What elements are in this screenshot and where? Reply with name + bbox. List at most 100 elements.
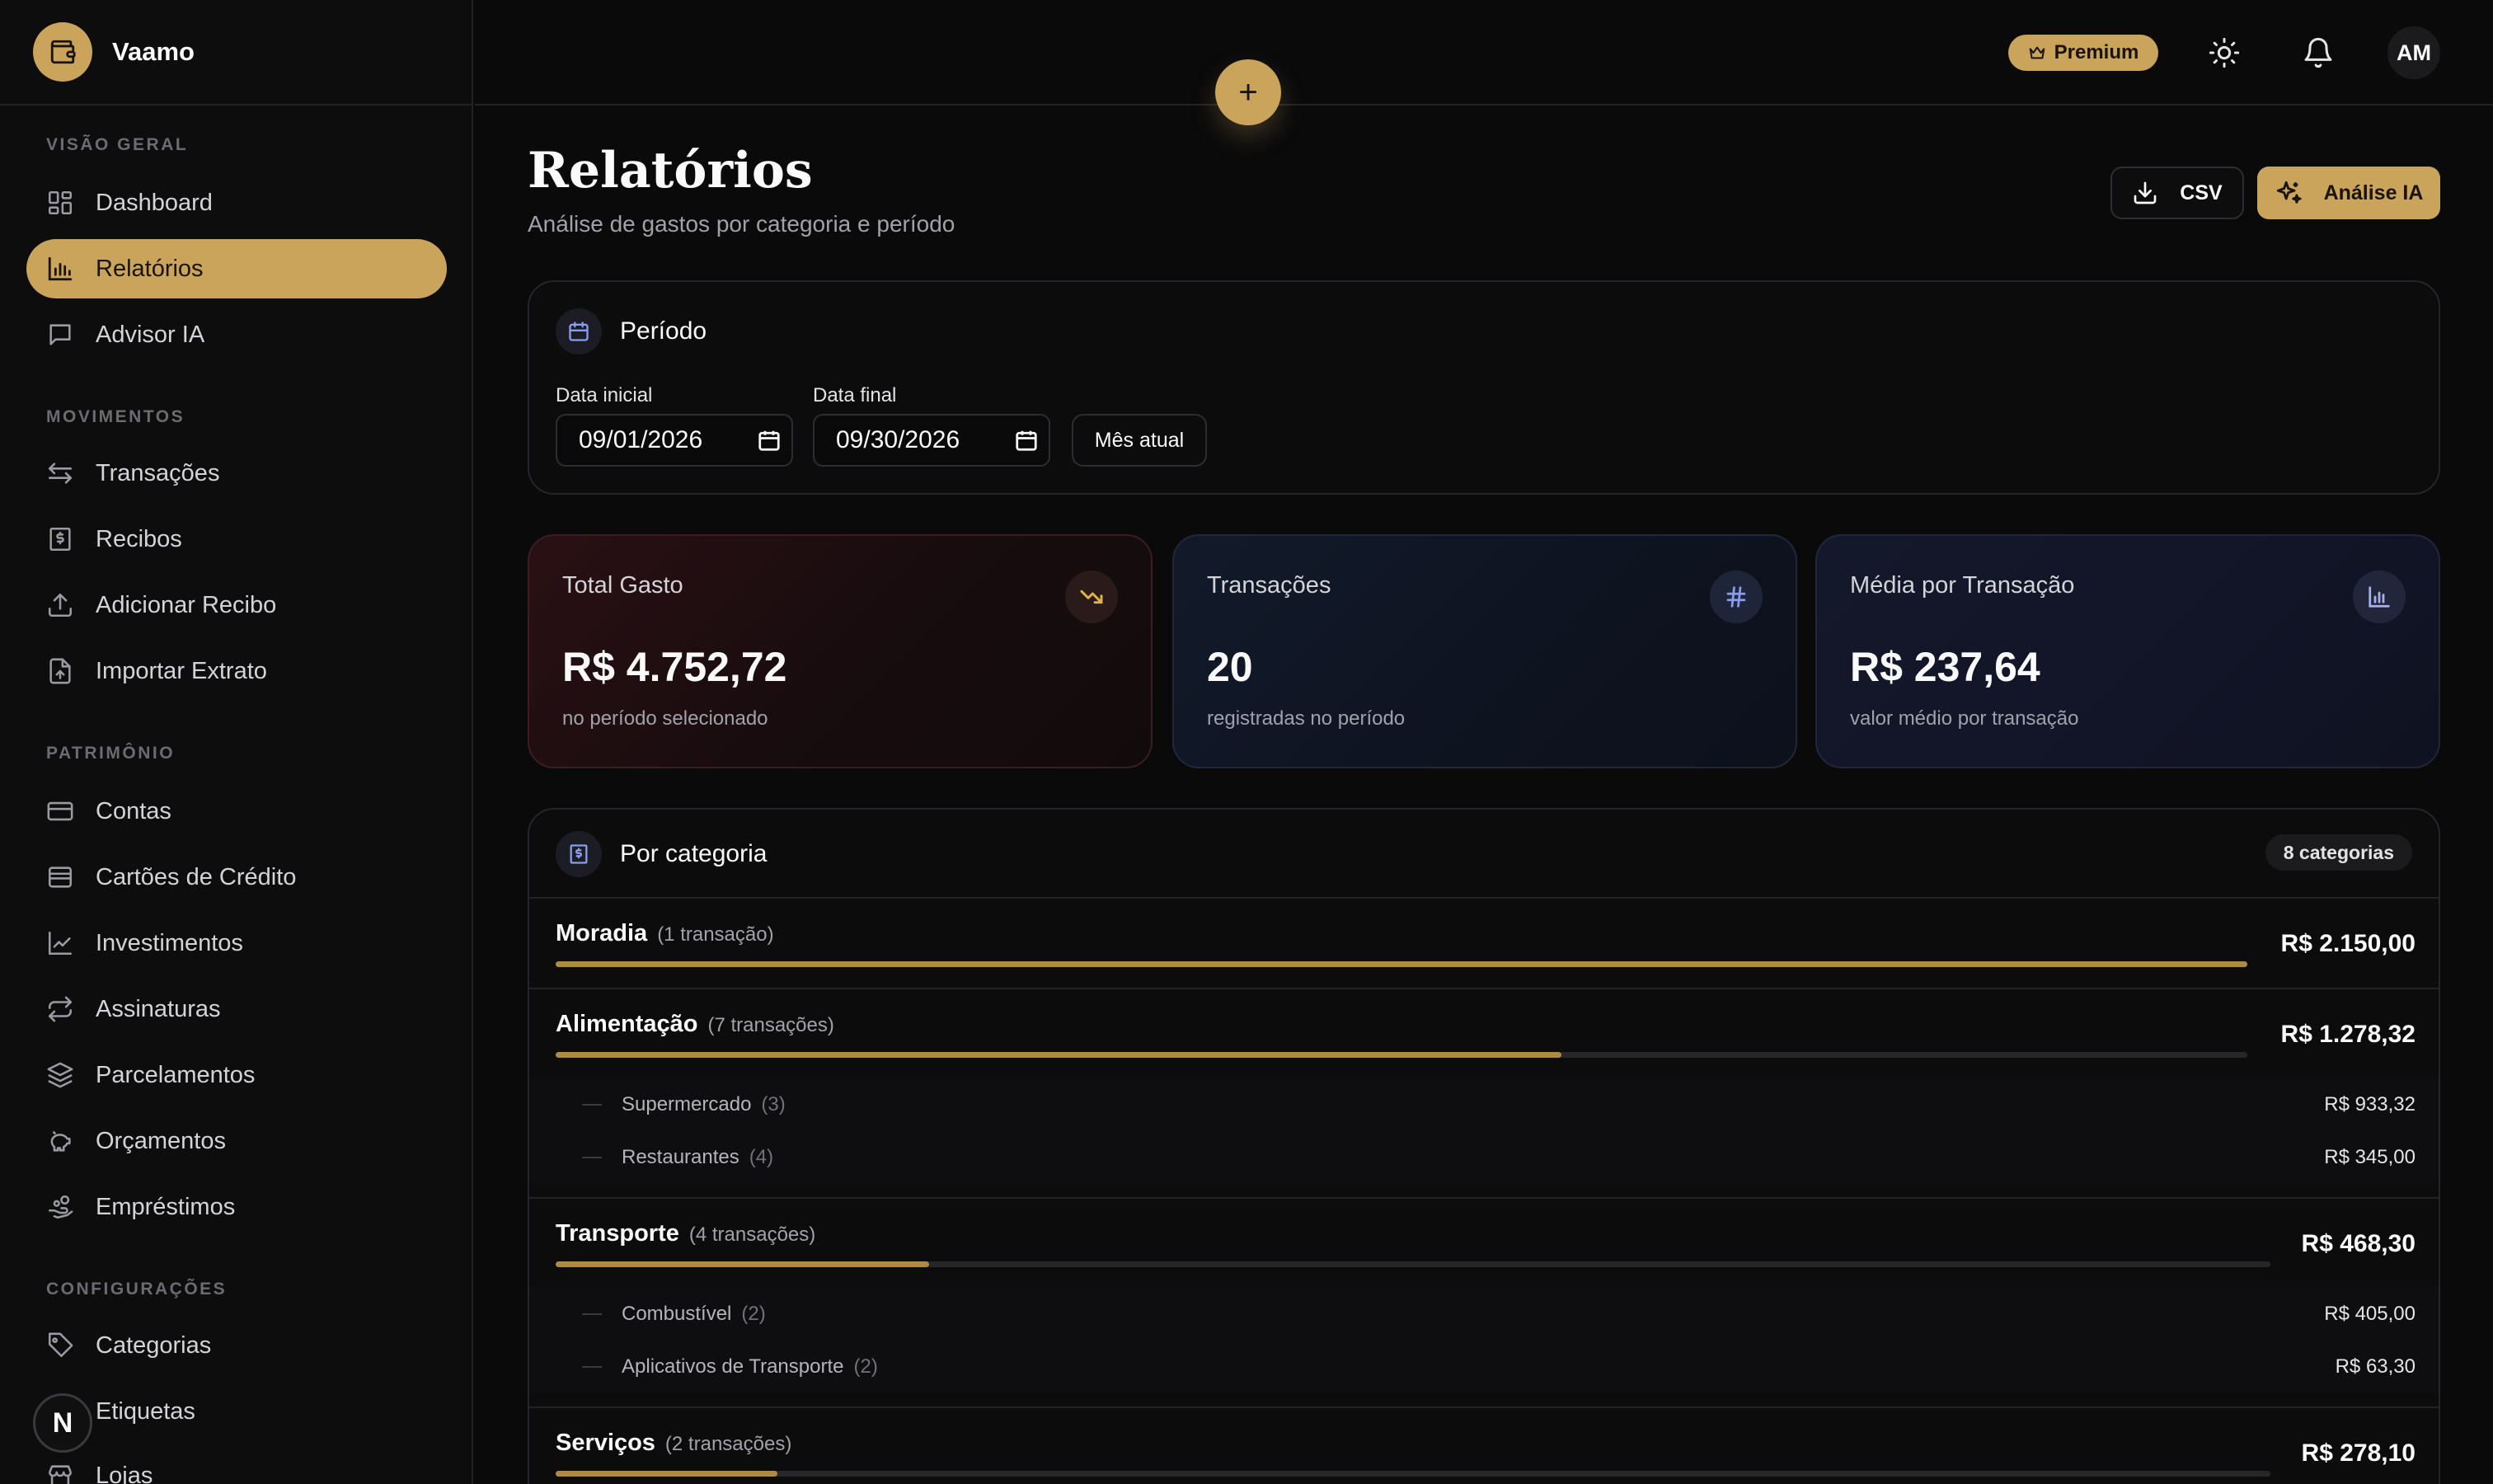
download-icon xyxy=(2132,180,2158,206)
subcategory-amount: R$ 933,32 xyxy=(2324,1093,2416,1115)
store-icon xyxy=(46,1462,74,1484)
end-date-input[interactable]: 09/30/2026 xyxy=(813,414,1050,467)
theme-toggle-sun-icon[interactable] xyxy=(2208,36,2241,69)
period-card: Período Data inicial 09/01/2026 Data fin… xyxy=(528,280,2440,495)
period-title: Período xyxy=(620,317,707,345)
notifications-bell-icon[interactable] xyxy=(2302,36,2335,69)
sidebar-item-label: Dashboard xyxy=(96,189,213,216)
sidebar-item-relatorios[interactable]: Relatórios xyxy=(26,239,447,298)
sidebar-item-advisor-ia[interactable]: Advisor IA xyxy=(26,305,447,364)
category-count-badge: 8 categorias xyxy=(2265,834,2412,871)
nav-section-visao-geral: VISÃO GERAL xyxy=(46,135,189,154)
premium-badge[interactable]: Premium xyxy=(2008,35,2158,71)
start-date-label: Data inicial xyxy=(556,384,653,406)
category-amount: R$ 2.150,00 xyxy=(2280,930,2416,957)
sidebar-item-transacoes[interactable]: Transações xyxy=(26,444,447,503)
sidebar-item-label: Parcelamentos xyxy=(96,1061,256,1088)
line-chart-icon xyxy=(46,929,74,957)
credit-card-icon xyxy=(46,863,74,891)
sidebar-item-recibos[interactable]: Recibos xyxy=(26,510,447,569)
sidebar-item-importar-extrato[interactable]: Importar Extrato xyxy=(26,641,447,701)
category-bar-fill xyxy=(556,961,2247,967)
category-count: (1 transação) xyxy=(657,923,774,946)
stat-desc: valor médio por transação xyxy=(1850,707,2079,730)
export-csv-button[interactable]: CSV xyxy=(2110,167,2244,219)
stat-card-transacoes: Transações 20 registradas no período xyxy=(1172,534,1797,768)
subcategory-row-combustivel: Combustível (2) R$ 405,00 xyxy=(529,1288,2439,1341)
category-row-alimentacao[interactable]: Alimentação (7 transações) R$ 1.278,32 Su… xyxy=(529,988,2439,1197)
sidebar-item-dashboard[interactable]: Dashboard xyxy=(26,173,447,232)
stat-value: R$ 4.752,72 xyxy=(562,644,787,690)
sidebar-item-orcamentos[interactable]: Orçamentos xyxy=(26,1111,447,1171)
subcategory-name: Supermercado (3) xyxy=(582,1078,786,1131)
premium-label: Premium xyxy=(2054,41,2139,63)
sidebar-item-emprestimos[interactable]: Empréstimos xyxy=(26,1177,447,1237)
sidebar-item-categorias[interactable]: Categorias xyxy=(26,1316,447,1375)
sparkles-icon xyxy=(2275,179,2303,207)
end-date-value: 09/30/2026 xyxy=(836,426,960,453)
ai-analysis-button[interactable]: Análise IA xyxy=(2257,167,2440,219)
arrows-swap-icon xyxy=(46,459,74,487)
start-date-value: 09/01/2026 xyxy=(579,426,703,453)
trending-down-icon xyxy=(1065,571,1118,623)
sidebar-item-investimentos[interactable]: Investimentos xyxy=(26,913,447,973)
category-row-moradia[interactable]: Moradia (1 transação) R$ 2.150,00 xyxy=(529,897,2439,988)
csv-label: CSV xyxy=(2180,181,2223,204)
hand-coins-icon xyxy=(46,1193,74,1221)
wallet-logo-icon xyxy=(33,22,92,82)
sidebar-item-lojas[interactable]: Lojas xyxy=(26,1446,447,1484)
sidebar-item-assinaturas[interactable]: Assinaturas xyxy=(26,979,447,1039)
category-amount: R$ 278,10 xyxy=(2301,1439,2416,1467)
calendar-picker-icon[interactable] xyxy=(757,428,782,453)
sidebar-item-label: Adicionar Recibo xyxy=(96,591,277,618)
stat-label: Média por Transação xyxy=(1850,572,2075,599)
sidebar-item-label: Assinaturas xyxy=(96,995,221,1022)
start-date-input[interactable]: 09/01/2026 xyxy=(556,414,793,467)
category-bar-fill xyxy=(556,1471,777,1477)
sidebar-item-label: Investimentos xyxy=(96,929,243,956)
sidebar-item-cartoes-de-credito[interactable]: Cartões de Crédito xyxy=(26,848,447,907)
sidebar-item-label: Transações xyxy=(96,459,220,486)
current-month-button[interactable]: Mês atual xyxy=(1072,414,1207,467)
dashboard-icon xyxy=(46,189,74,217)
category-name: Alimentação (7 transações) xyxy=(556,1011,834,1037)
sidebar-item-contas[interactable]: Contas xyxy=(26,782,447,841)
brand[interactable]: Vaamo xyxy=(0,0,472,106)
sidebar-item-label: Contas xyxy=(96,797,171,824)
subcategory-amount: R$ 405,00 xyxy=(2324,1303,2416,1325)
sidebar-item-label: Empréstimos xyxy=(96,1193,236,1220)
end-date-label: Data final xyxy=(813,384,897,406)
nav-section-patrimonio: PATRIMÔNIO xyxy=(46,744,176,763)
app-name: Vaamo xyxy=(112,37,195,66)
sidebar-item-label: Advisor IA xyxy=(96,321,205,348)
dev-badge[interactable]: N xyxy=(33,1393,92,1453)
sidebar-item-label: Importar Extrato xyxy=(96,657,267,684)
sidebar-item-adicionar-recibo[interactable]: Adicionar Recibo xyxy=(26,575,447,635)
category-bar-track xyxy=(556,961,2247,967)
bar-chart-icon xyxy=(46,255,74,283)
category-bar-track xyxy=(556,1261,2270,1267)
tag-icon xyxy=(46,1331,74,1360)
stat-label: Transações xyxy=(1207,572,1331,599)
category-row-servicos[interactable]: Serviços (2 transações) R$ 278,10 xyxy=(529,1407,2439,1484)
category-name: Moradia (1 transação) xyxy=(556,920,774,946)
subcategory-name: Combustível (2) xyxy=(582,1288,766,1341)
add-transaction-fab[interactable]: + xyxy=(1215,59,1281,125)
category-name: Transporte (4 transações) xyxy=(556,1220,816,1247)
user-avatar[interactable]: AM xyxy=(2387,26,2440,79)
file-import-icon xyxy=(46,657,74,685)
category-row-transporte[interactable]: Transporte (4 transações) R$ 468,30 Combu… xyxy=(529,1197,2439,1407)
calendar-picker-icon[interactable] xyxy=(1014,428,1039,453)
subcategory-name: Restaurantes (4) xyxy=(582,1131,773,1184)
crown-icon xyxy=(2028,44,2046,62)
category-name: Serviços (2 transações) xyxy=(556,1430,792,1456)
stat-card-media-por-transacao: Média por Transação R$ 237,64 valor médi… xyxy=(1815,534,2440,768)
bar-chart-icon xyxy=(2353,571,2406,623)
sidebar-item-parcelamentos[interactable]: Parcelamentos xyxy=(26,1045,447,1105)
stat-card-total-gasto: Total Gasto R$ 4.752,72 no período selec… xyxy=(528,534,1153,768)
nav-section-configuracoes: CONFIGURAÇÕES xyxy=(46,1280,228,1298)
period-header: Período xyxy=(556,308,707,355)
category-bar-fill xyxy=(556,1052,1562,1058)
topbar xyxy=(475,0,2493,106)
stat-label: Total Gasto xyxy=(562,572,683,599)
